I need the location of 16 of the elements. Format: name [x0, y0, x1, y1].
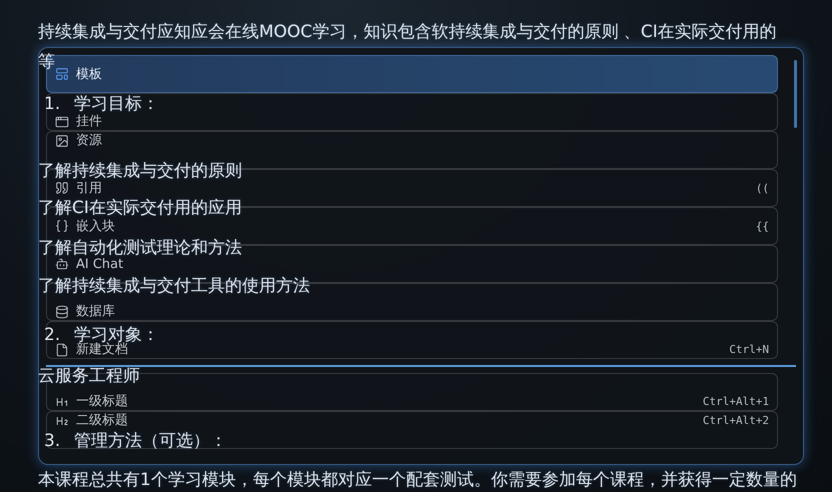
robot-icon — [55, 257, 69, 271]
paragraph-text: 持续集成与交付应知应会在线MOOC学习，知识包含软持续集成与交付的原则 、CI在实际交付用的 — [38, 21, 777, 43]
layout-icon — [55, 67, 69, 81]
list-number: 2. — [44, 324, 60, 346]
paragraph-text: 本课程总共有1个学习模块，每个模块都对应一个配套测试。你需要参加每个课程，并获得一定数量的 — [38, 469, 797, 491]
file-icon — [55, 342, 69, 356]
braces-icon — [55, 219, 69, 233]
database-icon — [55, 304, 69, 318]
scrollbar-thumb[interactable] — [794, 60, 797, 128]
image-icon — [55, 134, 69, 148]
heading-text: 管理方法（可选）： — [74, 430, 228, 452]
heading-text: 学习目标： — [74, 93, 160, 114]
quote-icon — [55, 181, 69, 195]
list-number: 1. — [44, 93, 60, 115]
window-icon — [55, 114, 69, 128]
list-number: 3. — [44, 430, 60, 452]
